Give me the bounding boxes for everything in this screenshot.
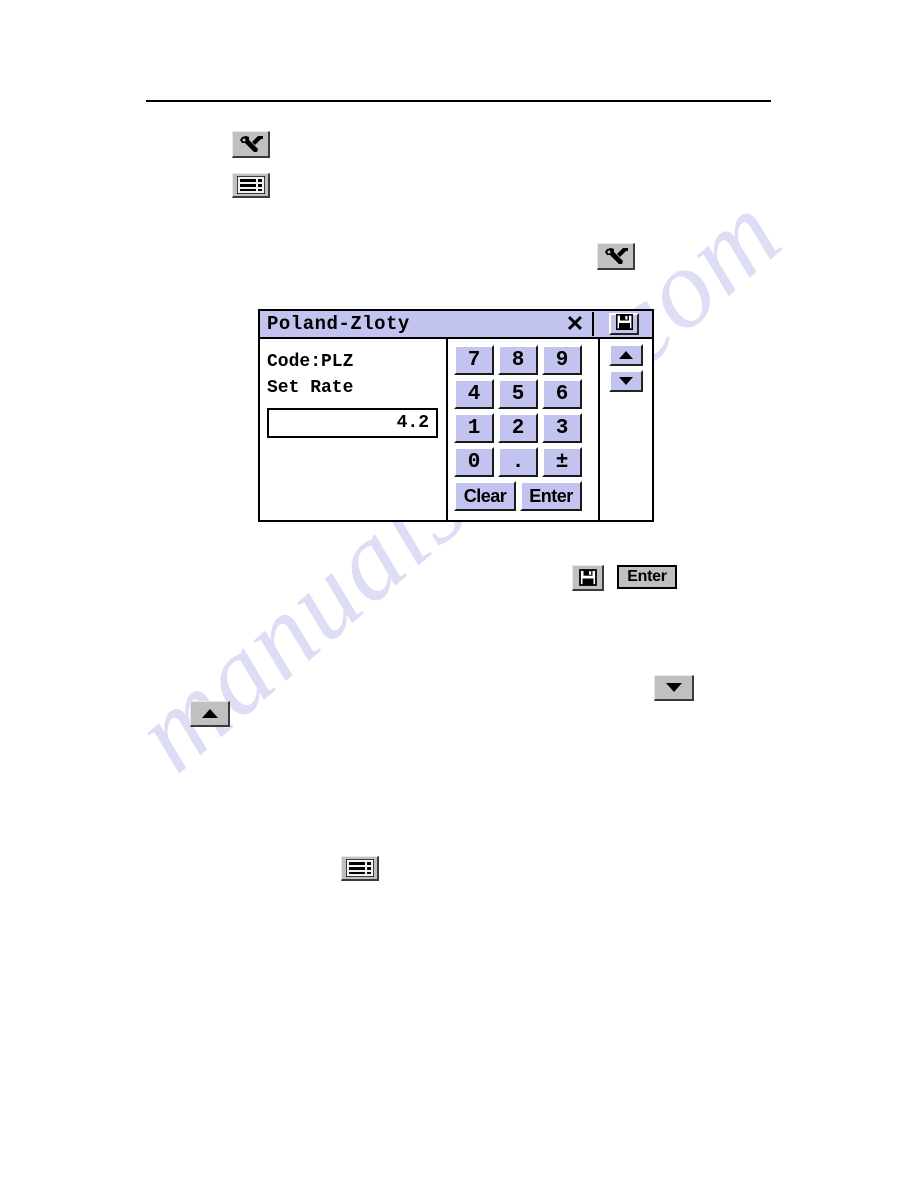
numeric-keypad: 7 8 9 4 5 6 1 2 3 0 . ± Clear Enter — [448, 339, 600, 520]
keypad-row: 7 8 9 — [454, 345, 598, 375]
keypad-key-4[interactable]: 4 — [454, 379, 494, 409]
tools-icon-button-top[interactable] — [232, 131, 270, 158]
keypad-key-2[interactable]: 2 — [498, 413, 538, 443]
document-page: Poland-Zloty ✕ Code:PLZ Set Rate 4.2 7 8… — [0, 0, 918, 1188]
currency-code-label: Code:PLZ — [267, 352, 354, 372]
set-rate-label: Set Rate — [267, 378, 354, 399]
rate-input[interactable]: 4.2 — [267, 408, 438, 439]
save-button[interactable] — [609, 313, 639, 335]
clear-button[interactable]: Clear — [454, 481, 516, 511]
keypad-key-7[interactable]: 7 — [454, 345, 494, 375]
tools-icon-button-middle[interactable] — [597, 243, 635, 270]
title-bar-divider — [592, 312, 594, 336]
arrow-down-icon — [619, 377, 633, 385]
enter-button-inline[interactable]: Enter — [617, 565, 677, 589]
keypad-row: 4 5 6 — [454, 379, 598, 409]
save-icon-button-inline[interactable] — [572, 565, 604, 591]
keypad-row: 0 . ± — [454, 447, 598, 477]
dialog-body: Code:PLZ Set Rate 4.2 7 8 9 4 5 6 1 2 3 … — [260, 339, 652, 520]
arrow-up-button-inline[interactable] — [190, 701, 230, 727]
keypad-action-row: Clear Enter — [454, 481, 598, 511]
dialog-title-bar: Poland-Zloty ✕ — [260, 311, 652, 339]
keypad-key-5[interactable]: 5 — [498, 379, 538, 409]
list-settings-icon — [345, 859, 374, 877]
save-floppy-icon — [578, 569, 597, 586]
keypad-key-6[interactable]: 6 — [542, 379, 582, 409]
tools-icon — [238, 135, 264, 154]
keypad-key-plusminus[interactable]: ± — [542, 447, 582, 477]
arrow-up-icon — [201, 709, 218, 718]
scroll-up-button[interactable] — [609, 344, 643, 366]
arrow-down-button-inline[interactable] — [654, 675, 694, 701]
tools-icon — [603, 247, 629, 266]
keypad-key-3[interactable]: 3 — [542, 413, 582, 443]
keypad-key-1[interactable]: 1 — [454, 413, 494, 443]
enter-button[interactable]: Enter — [520, 481, 582, 511]
header-rule — [146, 100, 771, 102]
dialog-title: Poland-Zloty — [267, 312, 410, 335]
dialog-info-pane: Code:PLZ Set Rate 4.2 — [260, 339, 448, 520]
keypad-row: 1 2 3 — [454, 413, 598, 443]
arrow-down-icon — [665, 683, 682, 692]
close-icon[interactable]: ✕ — [564, 311, 586, 337]
currency-rate-dialog: Poland-Zloty ✕ Code:PLZ Set Rate 4.2 7 8… — [258, 309, 654, 522]
keypad-key-decimal[interactable]: . — [498, 447, 538, 477]
list-settings-icon — [236, 176, 265, 194]
save-floppy-icon — [615, 313, 633, 335]
keypad-key-9[interactable]: 9 — [542, 345, 582, 375]
list-settings-icon-button-bottom[interactable] — [341, 856, 379, 881]
arrow-up-icon — [619, 351, 633, 359]
keypad-key-8[interactable]: 8 — [498, 345, 538, 375]
keypad-key-0[interactable]: 0 — [454, 447, 494, 477]
scroll-down-button[interactable] — [609, 370, 643, 392]
dialog-save-cell — [596, 311, 652, 337]
list-settings-icon-button-top[interactable] — [232, 173, 270, 198]
dialog-scroll-pane — [600, 339, 652, 520]
